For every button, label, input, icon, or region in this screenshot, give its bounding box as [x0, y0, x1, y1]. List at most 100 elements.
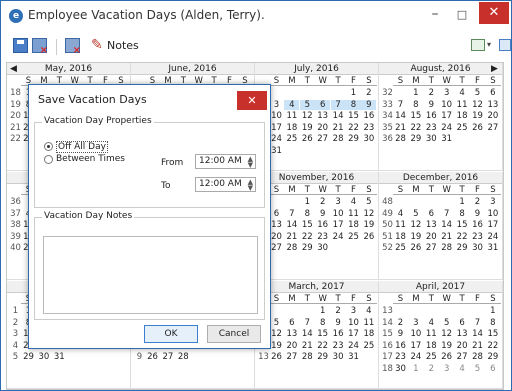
day-cell[interactable]: 3 — [269, 100, 284, 110]
day-cell[interactable]: 2 — [424, 364, 439, 374]
day-cell[interactable]: 19 — [408, 232, 423, 242]
from-spinner-icon[interactable]: ▲ ▼ — [248, 156, 253, 169]
day-cell[interactable]: 25 — [393, 243, 408, 253]
day-cell[interactable]: 8 — [408, 100, 423, 110]
to-time-field[interactable]: 12:00 AM ▲ ▼ — [195, 177, 256, 192]
notes-textarea[interactable] — [43, 236, 258, 314]
day-cell[interactable]: 2 — [315, 197, 330, 207]
notes-button[interactable]: Notes — [107, 39, 139, 52]
day-cell[interactable]: 27 — [269, 243, 284, 253]
day-cell[interactable]: 11 — [346, 209, 361, 219]
day-cell[interactable]: 3 — [408, 318, 423, 328]
day-cell[interactable]: 7 — [393, 100, 408, 110]
day-cell[interactable]: 6 — [424, 209, 439, 219]
day-cell[interactable]: 2 — [361, 88, 376, 98]
day-cell[interactable]: 31 — [346, 352, 361, 362]
day-cell[interactable]: 7 — [300, 318, 315, 328]
day-cell[interactable]: 4 — [346, 197, 361, 207]
day-cell[interactable]: 19 — [361, 220, 376, 230]
day-cell[interactable]: 17 — [269, 123, 284, 133]
save-and-delete-icon[interactable] — [32, 38, 48, 56]
day-cell[interactable]: 7 — [284, 209, 299, 219]
grid-view-icon[interactable] — [471, 39, 485, 51]
day-cell[interactable]: 5 — [470, 88, 485, 98]
day-cell[interactable]: 16 — [393, 341, 408, 351]
day-cell[interactable]: 25 — [361, 341, 376, 351]
day-cell[interactable]: 12 — [361, 209, 376, 219]
day-cell[interactable]: 26 — [269, 352, 284, 362]
day-cell[interactable]: 19 — [470, 111, 485, 121]
day-cell[interactable]: 10 — [439, 100, 454, 110]
day-cell[interactable]: 30 — [361, 134, 376, 144]
cancel-button[interactable]: Cancel — [207, 325, 261, 343]
day-cell[interactable]: 23 — [424, 123, 439, 133]
day-cell[interactable]: 3 — [346, 306, 361, 316]
day-cell[interactable]: 13 — [485, 100, 500, 110]
day-cell[interactable]: 22 — [408, 123, 423, 133]
day-cell[interactable]: 1 — [408, 364, 423, 374]
day-cell[interactable]: 7 — [439, 209, 454, 219]
day-cell[interactable]: 20 — [315, 123, 330, 133]
day-cell[interactable]: 5 — [470, 364, 485, 374]
day-cell[interactable]: 27 — [485, 123, 500, 133]
day-cell[interactable]: 22 — [315, 341, 330, 351]
day-cell[interactable]: 4 — [393, 209, 408, 219]
day-cell[interactable]: 27 — [455, 352, 470, 362]
save-icon[interactable] — [13, 38, 28, 53]
day-cell[interactable]: 15 — [408, 111, 423, 121]
day-cell[interactable]: 21 — [393, 123, 408, 133]
day-cell[interactable]: 24 — [269, 134, 284, 144]
day-cell[interactable]: 20 — [485, 111, 500, 121]
day-cell[interactable]: 4 — [424, 318, 439, 328]
day-cell[interactable]: 3 — [439, 364, 454, 374]
day-cell[interactable]: 5 — [361, 197, 376, 207]
day-cell[interactable]: 18 — [346, 220, 361, 230]
day-cell[interactable]: 10 — [269, 111, 284, 121]
next-month-icon[interactable]: ▶ — [491, 63, 498, 75]
day-cell[interactable]: 27 — [160, 352, 175, 362]
day-cell[interactable]: 26 — [300, 134, 315, 144]
day-cell[interactable]: 18 — [284, 123, 299, 133]
pencil-icon[interactable]: ✎ — [91, 37, 103, 53]
day-cell[interactable]: 15 — [315, 329, 330, 339]
day-cell[interactable]: 6 — [485, 364, 500, 374]
day-cell[interactable]: 6 — [284, 318, 299, 328]
day-cell[interactable]: 30 — [470, 243, 485, 253]
day-cell[interactable]: 29 — [315, 352, 330, 362]
day-cell[interactable]: 21 — [284, 232, 299, 242]
day-cell[interactable]: 18 — [361, 329, 376, 339]
day-cell[interactable]: 12 — [470, 100, 485, 110]
day-cell[interactable]: 7 — [470, 318, 485, 328]
day-cell[interactable]: 14 — [393, 111, 408, 121]
day-cell[interactable]: 2 — [470, 197, 485, 207]
day-cell[interactable]: 8 — [315, 318, 330, 328]
day-cell[interactable]: 15 — [455, 220, 470, 230]
day-cell[interactable]: 30 — [424, 134, 439, 144]
from-time-field[interactable]: 12:00 AM ▲ ▼ — [195, 154, 256, 169]
between-times-label[interactable]: Between Times — [56, 154, 125, 164]
day-cell[interactable]: 22 — [300, 232, 315, 242]
day-cell[interactable]: 25 — [455, 123, 470, 133]
day-cell[interactable]: 29 — [408, 134, 423, 144]
day-cell[interactable]: 18 — [393, 232, 408, 242]
day-cell[interactable]: 21 — [470, 341, 485, 351]
day-cell[interactable]: 11 — [455, 100, 470, 110]
day-cell[interactable]: 15 — [485, 329, 500, 339]
day-cell[interactable]: 17 — [331, 220, 346, 230]
ok-button[interactable]: OK — [144, 325, 198, 343]
day-cell[interactable]: 13 — [424, 220, 439, 230]
day-cell[interactable]: 14 — [284, 220, 299, 230]
day-cell[interactable]: 12 — [408, 220, 423, 230]
day-cell[interactable]: 26 — [439, 352, 454, 362]
day-cell[interactable]: 9 — [361, 99, 377, 110]
day-cell[interactable]: 19 — [300, 123, 315, 133]
day-cell[interactable]: 15 — [300, 220, 315, 230]
day-cell[interactable]: 10 — [408, 329, 423, 339]
day-cell[interactable]: 1 — [408, 88, 423, 98]
day-cell[interactable]: 28 — [300, 352, 315, 362]
day-cell[interactable]: 5 — [299, 99, 315, 110]
day-cell[interactable]: 18 — [424, 341, 439, 351]
day-cell[interactable]: 14 — [439, 220, 454, 230]
day-cell[interactable]: 26 — [361, 232, 376, 242]
day-cell[interactable]: 25 — [424, 352, 439, 362]
